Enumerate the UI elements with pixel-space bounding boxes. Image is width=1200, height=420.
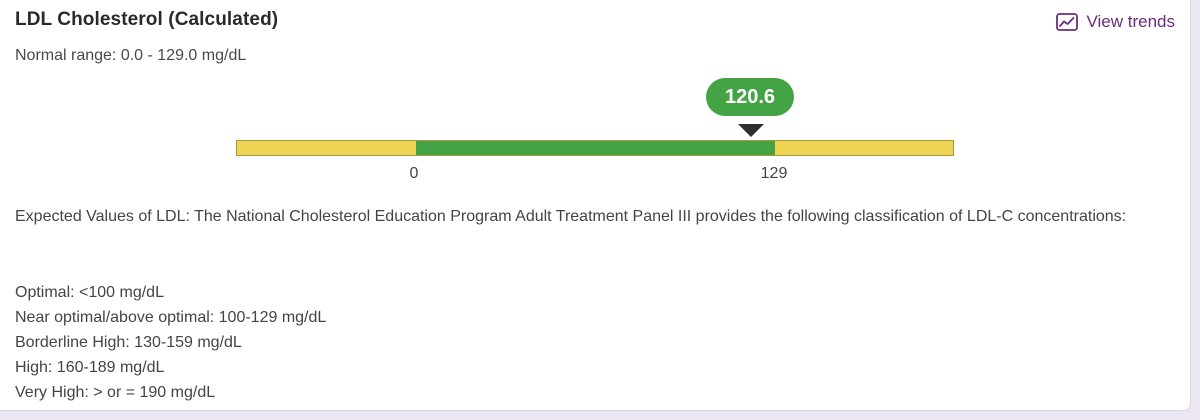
range-min-label: 0 (409, 165, 419, 182)
trend-chart-icon (1056, 13, 1079, 31)
view-trends-link[interactable]: View trends (1056, 12, 1175, 32)
view-trends-label: View trends (1086, 12, 1175, 31)
result-value-badge: 120.6 (706, 78, 794, 116)
classification-high: High: 160-189 mg/dL (15, 359, 165, 376)
classification-borderline-high: Borderline High: 130-159 mg/dL (15, 334, 242, 351)
classification-very-high: Very High: > or = 190 mg/dL (15, 384, 216, 401)
result-title: LDL Cholesterol (Calculated) (15, 9, 279, 30)
gauge-normal-range-segment (416, 141, 776, 155)
classification-list: Optimal: <100 mg/dL Near optimal/above o… (15, 280, 326, 405)
normal-range-text: Normal range: 0.0 - 129.0 mg/dL (15, 47, 247, 64)
reference-description: Expected Values of LDL: The National Cho… (15, 208, 1127, 225)
range-max-label: 129 (760, 165, 788, 182)
gauge-above-range-segment (775, 141, 953, 155)
range-gauge-bar (236, 140, 954, 156)
gauge-below-range-segment (237, 141, 416, 155)
classification-optimal: Optimal: <100 mg/dL (15, 284, 164, 301)
value-marker (738, 124, 764, 137)
lab-result-card: LDL Cholesterol (Calculated) Normal rang… (0, 0, 1191, 411)
classification-near-optimal: Near optimal/above optimal: 100-129 mg/d… (15, 309, 327, 326)
